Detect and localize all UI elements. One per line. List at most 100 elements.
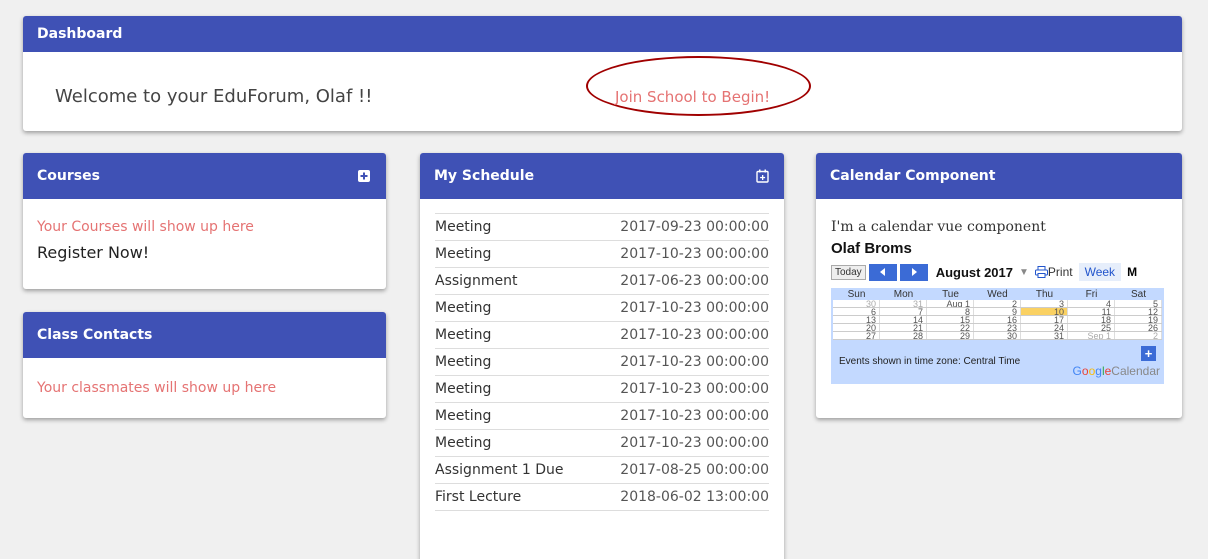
tab-week[interactable]: Week bbox=[1078, 263, 1122, 281]
day-cell[interactable]: 7 bbox=[880, 308, 927, 315]
day-cell[interactable]: 21 bbox=[880, 324, 927, 331]
courses-empty-text: Your Courses will show up here bbox=[37, 219, 254, 235]
event-name: First Lecture bbox=[435, 489, 522, 505]
event-name: Assignment bbox=[435, 273, 518, 289]
day-cell[interactable]: 5 bbox=[1115, 300, 1162, 307]
weekday-label: Thu bbox=[1035, 288, 1054, 300]
day-cell[interactable]: 3 bbox=[1021, 300, 1068, 307]
day-cell[interactable]: Sep 1 bbox=[1068, 332, 1115, 339]
day-cell[interactable]: 28 bbox=[880, 332, 927, 339]
day-cell[interactable]: 20 bbox=[833, 324, 880, 331]
annotation-circle bbox=[586, 56, 811, 116]
calendar-card: Calendar Component I'm a calendar vue co… bbox=[816, 153, 1182, 418]
calendar-add-icon[interactable] bbox=[754, 168, 770, 184]
table-row[interactable]: Meeting 2017-10-23 00:00:00 bbox=[435, 295, 769, 322]
day-cell[interactable]: 8 bbox=[927, 308, 974, 315]
day-cell-today[interactable]: 10 bbox=[1021, 308, 1068, 315]
day-cell[interactable]: 15 bbox=[927, 316, 974, 323]
event-date: 2017-10-23 00:00:00 bbox=[620, 246, 769, 262]
week-row: 27 28 29 30 31 Sep 1 2 bbox=[833, 332, 1162, 340]
day-cell[interactable]: 19 bbox=[1115, 316, 1162, 323]
day-cell[interactable]: 12 bbox=[1115, 308, 1162, 315]
day-cell[interactable]: 11 bbox=[1068, 308, 1115, 315]
day-cell[interactable]: 31 bbox=[1021, 332, 1068, 339]
month-dropdown-icon[interactable]: ▼ bbox=[1019, 267, 1029, 278]
day-cell[interactable]: 2 bbox=[974, 300, 1021, 307]
timezone-note: Events shown in time zone: Central Time bbox=[839, 356, 1021, 367]
day-cell[interactable]: 6 bbox=[833, 308, 880, 315]
table-row[interactable]: First Lecture 2018-06-02 13:00:00 bbox=[435, 484, 769, 511]
day-cell[interactable]: 18 bbox=[1068, 316, 1115, 323]
day-cell[interactable]: 2 bbox=[1115, 332, 1162, 339]
event-name: Meeting bbox=[435, 300, 492, 316]
table-row[interactable]: Meeting 2017-10-23 00:00:00 bbox=[435, 349, 769, 376]
week-row: 6 7 8 9 10 11 12 bbox=[833, 308, 1162, 316]
day-cell[interactable]: 26 bbox=[1115, 324, 1162, 331]
event-name: Assignment 1 Due bbox=[435, 462, 564, 478]
day-cell[interactable]: 17 bbox=[1021, 316, 1068, 323]
day-cell[interactable]: 30 bbox=[833, 300, 880, 307]
day-cell[interactable]: 25 bbox=[1068, 324, 1115, 331]
schedule-table: Meeting 2017-09-23 00:00:00 Meeting 2017-1… bbox=[435, 213, 769, 511]
weekday-header: Sun Mon Tue Wed Thu Fri Sat bbox=[833, 288, 1162, 300]
contacts-title: Class Contacts bbox=[37, 327, 153, 343]
event-name: Meeting bbox=[435, 408, 492, 424]
schedule-title: My Schedule bbox=[434, 168, 535, 184]
table-row[interactable]: Meeting 2017-10-23 00:00:00 bbox=[435, 430, 769, 457]
day-cell[interactable]: 29 bbox=[927, 332, 974, 339]
day-cell[interactable]: Aug 1 bbox=[927, 300, 974, 307]
print-button[interactable]: Print bbox=[1034, 265, 1073, 279]
add-calendar-button[interactable]: + bbox=[1141, 346, 1156, 361]
day-cell[interactable]: 24 bbox=[1021, 324, 1068, 331]
event-date: 2017-10-23 00:00:00 bbox=[620, 408, 769, 424]
next-month-button[interactable] bbox=[899, 263, 928, 281]
register-now-link[interactable]: Register Now! bbox=[37, 243, 372, 262]
day-cell[interactable]: 31 bbox=[880, 300, 927, 307]
printer-icon bbox=[1034, 266, 1048, 278]
prev-month-button[interactable] bbox=[868, 263, 897, 281]
calendar-header: Calendar Component bbox=[816, 153, 1182, 199]
week-row: 30 31 Aug 1 2 3 4 5 bbox=[833, 300, 1162, 308]
plus-square-icon[interactable] bbox=[356, 168, 372, 184]
table-row[interactable]: Meeting 2017-10-23 00:00:00 bbox=[435, 376, 769, 403]
today-button[interactable]: Today bbox=[831, 264, 866, 280]
tab-month[interactable]: M bbox=[1127, 265, 1137, 279]
event-name: Meeting bbox=[435, 219, 492, 235]
event-date: 2017-08-25 00:00:00 bbox=[620, 462, 769, 478]
join-school-link[interactable]: Join School to Begin! bbox=[615, 88, 770, 106]
table-row[interactable]: Meeting 2017-10-23 00:00:00 bbox=[435, 322, 769, 349]
event-name: Meeting bbox=[435, 435, 492, 451]
day-cell[interactable]: 23 bbox=[974, 324, 1021, 331]
event-date: 2017-10-23 00:00:00 bbox=[620, 354, 769, 370]
table-row[interactable]: Meeting 2017-10-23 00:00:00 bbox=[435, 403, 769, 430]
schedule-card: My Schedule Meeting 2017-09-23 00:00:00 M… bbox=[420, 153, 784, 559]
day-cell[interactable]: 30 bbox=[974, 332, 1021, 339]
day-cell[interactable]: 16 bbox=[974, 316, 1021, 323]
welcome-message: Welcome to your EduForum, Olaf !! bbox=[55, 86, 373, 107]
google-calendar-logo[interactable]: GoogleCalendar bbox=[1073, 364, 1160, 378]
event-date: 2017-10-23 00:00:00 bbox=[620, 300, 769, 316]
day-cell[interactable]: 22 bbox=[927, 324, 974, 331]
weekday-label: Tue bbox=[942, 288, 959, 300]
table-row[interactable]: Assignment 1 Due 2017-08-25 00:00:00 bbox=[435, 457, 769, 484]
chevron-left-icon bbox=[879, 268, 885, 276]
table-row[interactable]: Assignment 2017-06-23 00:00:00 bbox=[435, 268, 769, 295]
weekday-label: Mon bbox=[893, 288, 914, 300]
contacts-header: Class Contacts bbox=[23, 312, 386, 358]
calendar-toolbar: Today August 2017 ▼ Print Week M bbox=[831, 261, 1164, 283]
table-row[interactable]: Meeting 2017-10-23 00:00:00 bbox=[435, 241, 769, 268]
event-date: 2017-09-23 00:00:00 bbox=[620, 219, 769, 235]
day-cell[interactable]: 9 bbox=[974, 308, 1021, 315]
brand-suffix: Calendar bbox=[1111, 364, 1160, 378]
day-cell[interactable]: 27 bbox=[833, 332, 880, 339]
week-row: 20 21 22 23 24 25 26 bbox=[833, 324, 1162, 332]
dashboard-header: Dashboard bbox=[23, 16, 1182, 52]
day-cell[interactable]: 13 bbox=[833, 316, 880, 323]
calendar-title: Calendar Component bbox=[830, 168, 996, 184]
day-cell[interactable]: 14 bbox=[880, 316, 927, 323]
event-date: 2017-10-23 00:00:00 bbox=[620, 327, 769, 343]
courses-title: Courses bbox=[37, 168, 100, 184]
day-cell[interactable]: 4 bbox=[1068, 300, 1115, 307]
week-row: 13 14 15 16 17 18 19 bbox=[833, 316, 1162, 324]
table-row[interactable]: Meeting 2017-09-23 00:00:00 bbox=[435, 214, 769, 241]
